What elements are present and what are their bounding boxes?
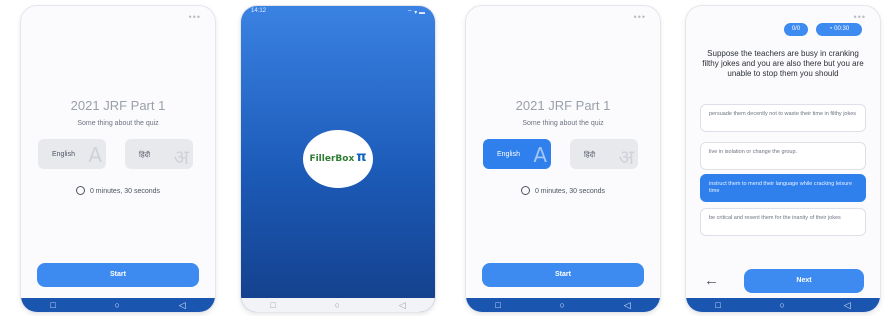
quiz-subtitle: Some thing about the quiz	[77, 120, 159, 127]
recent-apps-icon[interactable]: □	[715, 300, 720, 310]
quiz-subtitle: Some thing about the quiz	[522, 120, 604, 127]
hindi-language-button[interactable]: हिंदी अ	[570, 139, 638, 169]
option-3-selected[interactable]: instruct them to mend their language whi…	[700, 174, 866, 202]
app-logo: FillerBox π	[303, 130, 373, 188]
android-nav-bar: □ ○ ◁	[686, 298, 880, 312]
logo-chair-icon: π	[356, 150, 367, 165]
hindi-label: हिंदी	[584, 152, 596, 159]
back-arrow-icon[interactable]: ←	[704, 272, 719, 289]
back-icon[interactable]: ◁	[844, 300, 851, 311]
more-options-icon[interactable]: •••	[634, 12, 646, 22]
back-icon[interactable]: ◁	[179, 300, 186, 311]
timer-text: 0 minutes, 30 seconds	[89, 188, 161, 195]
status-bar: 14:12 ⌔ ▾ ▬	[251, 8, 425, 18]
start-button[interactable]: Start	[37, 263, 199, 287]
recent-apps-icon[interactable]: □	[270, 300, 275, 310]
quiz-title: 2021 JRF Part 1	[515, 98, 611, 113]
quiz-title: 2021 JRF Part 1	[70, 98, 166, 113]
english-label: English	[52, 151, 75, 158]
english-language-button[interactable]: English A	[483, 139, 551, 169]
timer-text: 0 minutes, 30 seconds	[534, 188, 606, 195]
timer-info: 0 minutes, 30 seconds	[466, 186, 660, 195]
home-icon[interactable]: ○	[335, 300, 340, 310]
more-options-icon[interactable]: •••	[189, 12, 201, 22]
back-icon[interactable]: ◁	[399, 300, 406, 311]
more-options-icon[interactable]: •••	[854, 12, 866, 22]
question-text: Suppose the teachers are busy in crankin…	[702, 49, 864, 78]
next-button[interactable]: Next	[744, 269, 864, 293]
home-icon[interactable]: ○	[115, 300, 120, 310]
logo-text: FillerBox	[309, 154, 355, 164]
english-letter-icon: A	[533, 143, 547, 167]
timer-badge: ◔ 00:30	[816, 23, 862, 36]
english-letter-icon: A	[88, 143, 102, 167]
english-label: English	[497, 151, 520, 158]
hindi-label: हिंदी	[139, 152, 151, 159]
phone-screen-quiz-intro: ••• 2021 JRF Part 1 Some thing about the…	[21, 6, 215, 312]
home-icon[interactable]: ○	[560, 300, 565, 310]
android-nav-bar: □ ○ ◁	[241, 298, 435, 312]
hindi-letter-icon: अ	[618, 145, 634, 169]
timer-badge-text: 00:30	[834, 26, 850, 32]
recent-apps-icon[interactable]: □	[50, 300, 55, 310]
option-2[interactable]: live in isolation or change the group.	[700, 142, 866, 170]
phone-screen-question: ••• 0/0 ◔ 00:30 Suppose the teachers are…	[686, 6, 880, 312]
hindi-language-button[interactable]: हिंदी अ	[125, 139, 193, 169]
phone-screen-splash: 14:12 ⌔ ▾ ▬ FillerBox π □ ○ ◁	[241, 6, 435, 312]
start-button[interactable]: Start	[482, 263, 644, 287]
status-time: 14:12	[251, 8, 267, 14]
android-nav-bar: □ ○ ◁	[21, 298, 215, 312]
back-icon[interactable]: ◁	[624, 300, 631, 311]
home-icon[interactable]: ○	[780, 300, 785, 310]
english-language-button[interactable]: English A	[38, 139, 106, 169]
status-icons: ⌔ ▾ ▬	[407, 10, 425, 16]
question-progress-badge: 0/0	[784, 23, 808, 36]
option-4[interactable]: be critical and resent them for the inan…	[700, 208, 866, 236]
hindi-letter-icon: अ	[173, 145, 189, 169]
recent-apps-icon[interactable]: □	[495, 300, 500, 310]
timer-info: 0 minutes, 30 seconds	[21, 186, 215, 195]
clock-icon	[520, 186, 530, 195]
option-1[interactable]: persuade them decently not to waste thei…	[700, 104, 866, 132]
clock-icon	[75, 186, 85, 195]
android-nav-bar: □ ○ ◁	[466, 298, 660, 312]
phone-screen-quiz-intro-selected: ••• 2021 JRF Part 1 Some thing about the…	[466, 6, 660, 312]
